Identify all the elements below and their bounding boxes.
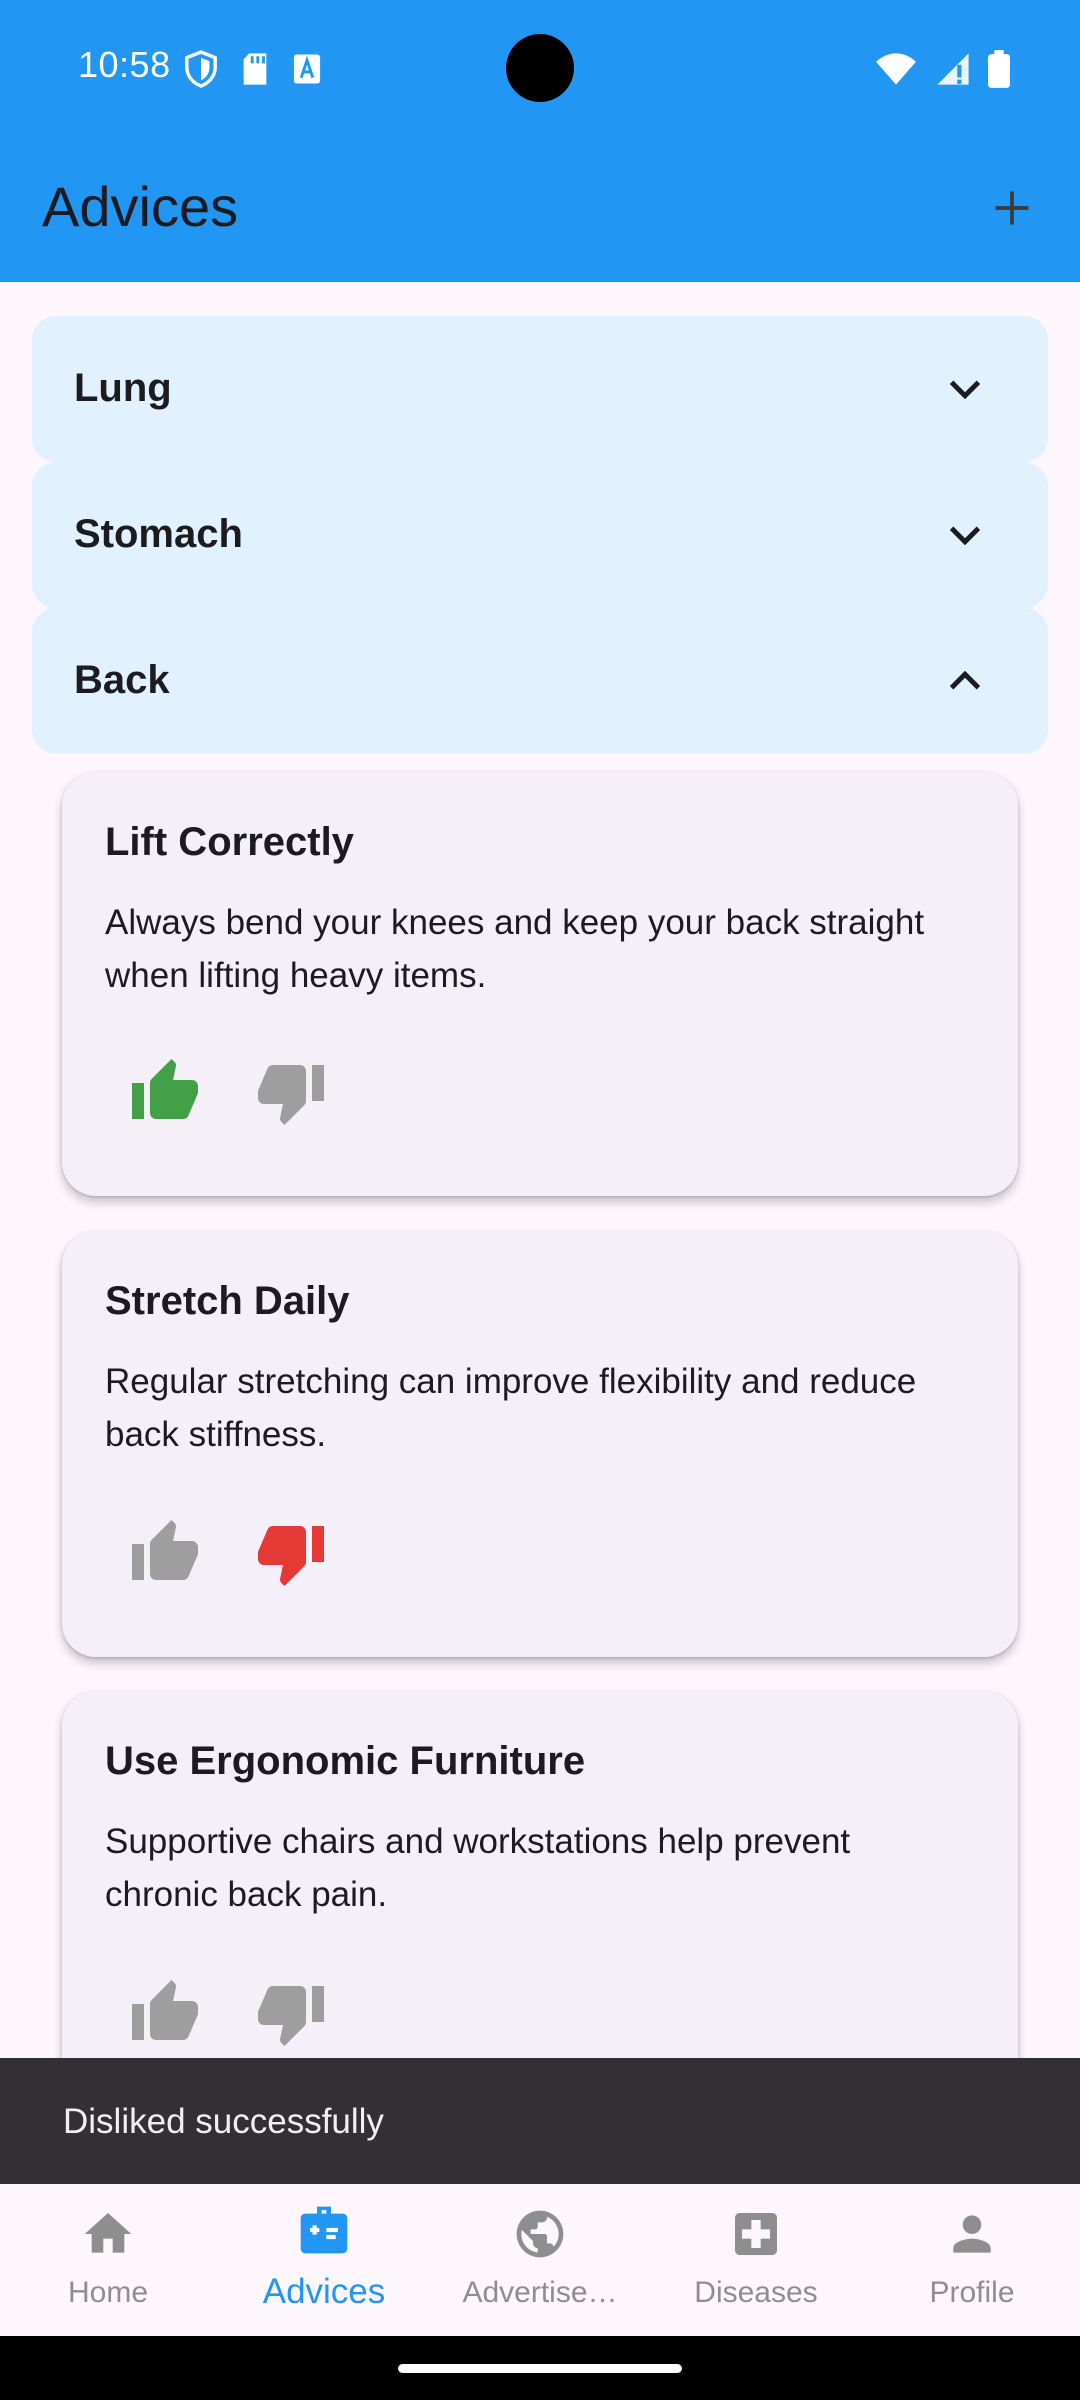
advice-body: Supportive chairs and workstations help … [105, 1822, 851, 1914]
advice-card: Lift Correctly Always bend your knees an… [62, 772, 1018, 1196]
category-panel-stomach[interactable]: Stomach [32, 462, 1048, 608]
snackbar-message: Disliked successfully [63, 2102, 384, 2141]
front-camera [506, 34, 574, 102]
home-gesture-handle[interactable] [398, 2364, 682, 2373]
person-icon [953, 2215, 991, 2253]
system-navigation-bar [0, 2336, 1080, 2400]
home-icon [84, 2213, 132, 2253]
signal-alert-icon [937, 53, 969, 85]
advice-title: Stretch Daily [105, 1279, 350, 1323]
page-title: Advices [42, 175, 239, 238]
category-panel-lung[interactable]: Lung [32, 316, 1048, 462]
chevron-down-icon [949, 380, 981, 400]
advice-title: Use Ergonomic Furniture [105, 1739, 586, 1783]
advice-card: Use Ergonomic Furniture Supportive chair… [62, 1691, 1018, 2111]
thumb-down-icon[interactable] [255, 1056, 327, 1128]
thumb-up-icon[interactable] [129, 1977, 201, 2049]
thumb-down-icon[interactable] [255, 1517, 327, 1589]
status-icons-left [184, 50, 322, 88]
chevron-up-icon [949, 670, 981, 690]
nav-label: Advertise… [462, 2276, 618, 2309]
app-bar: Advices [0, 136, 1080, 282]
advice-card: Stretch Daily Regular stretching can imp… [62, 1231, 1018, 1657]
bottom-navigation: Home Advices Advertise… Diseases Profile [0, 2184, 1080, 2336]
nav-item-advices[interactable]: Advices [216, 2184, 432, 2336]
battery-icon [988, 50, 1010, 88]
thumb-up-icon[interactable] [129, 1517, 201, 1589]
snackbar: Disliked successfully [0, 2058, 1080, 2184]
nav-label: Advices [262, 2272, 386, 2311]
medical-kit-icon [300, 2206, 348, 2254]
add-icon [995, 191, 1029, 225]
nav-item-diseases[interactable]: Diseases [648, 2184, 864, 2336]
nav-label: Diseases [694, 2276, 818, 2309]
nav-item-advertisements[interactable]: Advertise… [432, 2184, 648, 2336]
nav-label: Home [67, 2276, 149, 2309]
thumb-up-icon[interactable] [129, 1056, 201, 1128]
thumb-down-icon[interactable] [255, 1977, 327, 2049]
medical-cross-icon [735, 2213, 777, 2255]
status-icons-right [874, 50, 1010, 88]
nav-item-profile[interactable]: Profile [864, 2184, 1080, 2336]
category-panel-back[interactable]: Back [32, 608, 1048, 754]
globe-icon [516, 2210, 564, 2258]
add-advice-button[interactable] [980, 176, 1044, 240]
advice-body: Always bend your knees and keep your bac… [105, 903, 925, 995]
shield-icon [185, 50, 217, 88]
advice-body: Regular stretching can improve flexibili… [105, 1362, 917, 1454]
wifi-alert-icon [876, 53, 916, 86]
keyboard-a-icon [293, 54, 321, 84]
advice-title: Lift Correctly [105, 820, 354, 864]
category-label: Stomach [74, 512, 243, 556]
category-label: Lung [74, 366, 172, 410]
sd-card-icon [243, 53, 267, 85]
nav-label: Profile [929, 2276, 1015, 2309]
nav-item-home[interactable]: Home [0, 2184, 216, 2336]
chevron-down-icon [949, 526, 981, 546]
status-time: 10:58 [78, 44, 171, 85]
status-bar: 10:58 [0, 0, 1080, 136]
category-label: Back [74, 658, 170, 702]
